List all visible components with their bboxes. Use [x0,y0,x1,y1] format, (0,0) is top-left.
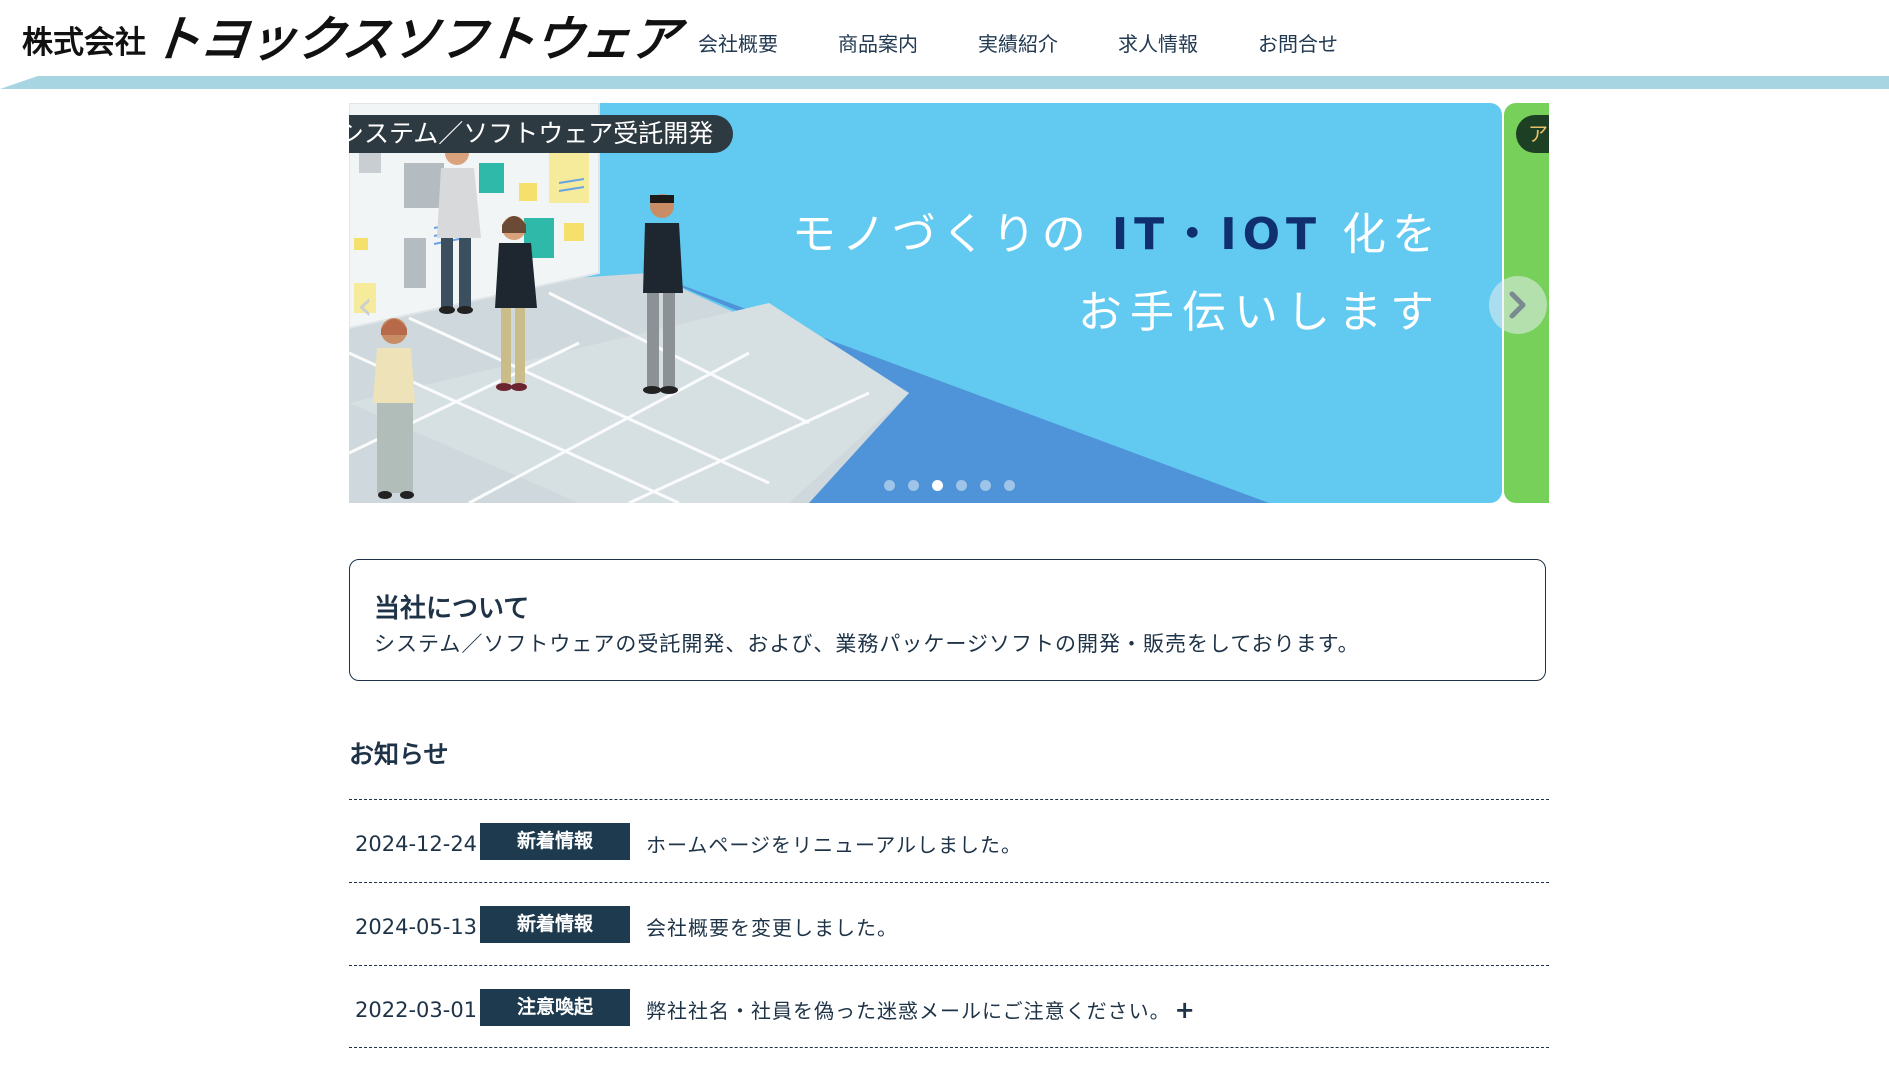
site-header: 株式会社 トヨックスソフトウェア 会社概要 商品案内 実績紹介 求人情報 お問合… [0,0,1889,90]
news-item: 2022-03-01 注意喚起 弊社社名・社員を偽った迷惑メールにご注意ください… [349,965,1549,1048]
carousel-dot[interactable] [908,480,919,491]
news-title-link[interactable]: 弊社社名・社員を偽った迷惑メールにご注意ください。 + [646,995,1196,1024]
nav-item-company[interactable]: 会社概要 [698,28,778,57]
tagline-line-1: モノづくりの IT・IOT 化を [792,198,1442,262]
news-item: 2024-12-24 新着情報 ホームページをリニューアルしました。 [349,799,1549,882]
news-section-title: お知らせ [349,740,449,769]
tagline-part2: 化を [1322,209,1442,260]
global-nav: 会社概要 商品案内 実績紹介 求人情報 お問合せ [698,28,1398,57]
about-title: 当社について [374,594,530,624]
carousel-pagination [884,480,1028,491]
hero-tagline: モノづくりの IT・IOT 化を お手伝いします [792,198,1442,340]
hero-carousel: システム／ソフトウェア受託開発 モノづくりの IT・IOT 化を お手伝いします… [349,103,1549,503]
nav-item-works[interactable]: 実績紹介 [978,28,1058,57]
carousel-next-button[interactable] [1489,276,1547,334]
carousel-dot[interactable] [884,480,895,491]
news-list: 2024-12-24 新着情報 ホームページをリニューアルしました。 2024-… [349,799,1549,1048]
nav-item-products[interactable]: 商品案内 [838,28,918,57]
news-date: 2024-12-24 [355,832,478,856]
nav-item-contact[interactable]: お問合せ [1258,28,1338,57]
news-category-badge: 注意喚起 [480,989,630,1026]
news-title-link[interactable]: ホームページをリニューアルしました。 [646,829,1022,858]
header-accent-band [0,76,1889,89]
news-item: 2024-05-13 新着情報 会社概要を変更しました。 [349,882,1549,965]
logo-prefix: 株式会社 [22,25,146,61]
expand-plus-icon[interactable]: + [1175,996,1196,1024]
tagline-highlight: IT・IOT [1111,209,1322,260]
logo-wordmark: トヨックスソフトウェア [149,11,682,68]
carousel-dot[interactable] [956,480,967,491]
next-slide-badge: ア [1516,115,1549,153]
chevron-right-icon [1509,291,1526,319]
carousel-dot[interactable] [980,480,991,491]
about-company-box: 当社について システム／ソフトウェアの受託開発、および、業務パッケージソフトの開… [349,559,1546,681]
about-description: システム／ソフトウェアの受託開発、および、業務パッケージソフトの開発・販売をして… [374,632,1360,656]
slide-category-badge: システム／ソフトウェア受託開発 [349,115,734,153]
hero-slide[interactable]: システム／ソフトウェア受託開発 モノづくりの IT・IOT 化を お手伝いします [349,103,1502,503]
news-date: 2024-05-13 [355,915,478,939]
nav-item-recruit[interactable]: 求人情報 [1118,28,1198,57]
news-title-text: 弊社社名・社員を偽った迷惑メールにご注意ください。 [646,999,1171,1023]
news-category-badge: 新着情報 [480,906,630,943]
carousel-dot[interactable] [1004,480,1015,491]
tagline-part1: モノづくりの [791,209,1112,260]
news-date: 2022-03-01 [355,998,478,1022]
tagline-line-2: お手伝いします [1078,287,1442,338]
carousel-dot-active[interactable] [932,480,943,491]
news-title-link[interactable]: 会社概要を変更しました。 [646,912,898,941]
company-logo[interactable]: 株式会社 トヨックスソフトウェア [22,6,682,68]
news-category-badge: 新着情報 [480,823,630,860]
carousel-prev-arrow-icon[interactable]: ‹ [357,283,373,329]
